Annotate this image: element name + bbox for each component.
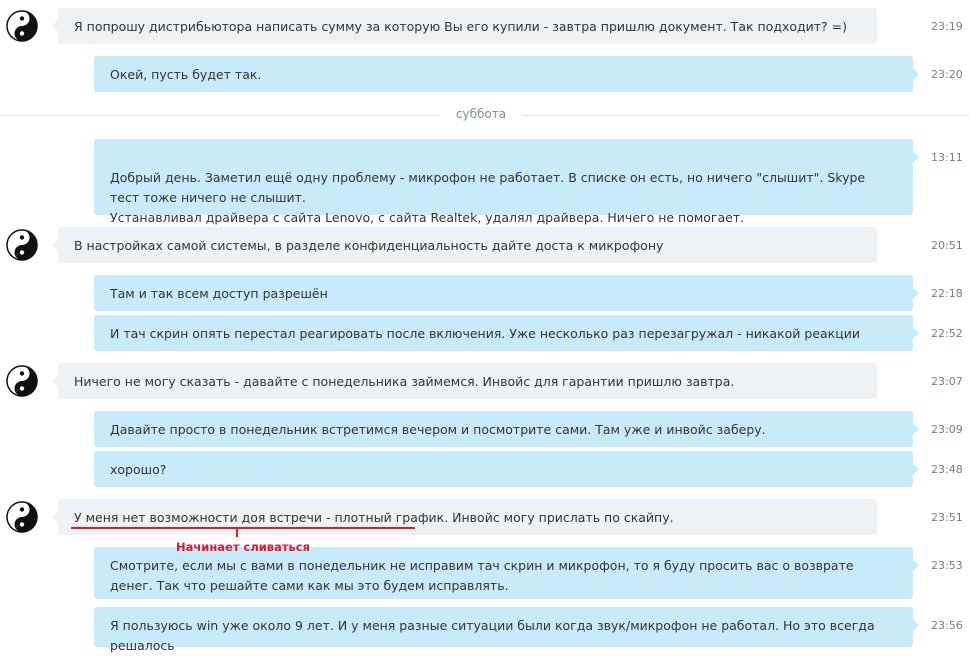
message-time: 23:07 [931, 375, 963, 388]
message-outgoing[interactable]: Я пользуюсь win уже около 9 лет. И у мен… [94, 607, 919, 653]
message-time: 22:18 [931, 287, 963, 300]
annotation-label: Начинает сливаться [176, 540, 310, 554]
message-incoming[interactable]: Ничего не могу сказать - давайте с понед… [52, 363, 877, 399]
message-time: 22:52 [931, 327, 963, 340]
message-outgoing[interactable]: Смотрите, если мы с вами в понедельник н… [94, 547, 919, 599]
message-text: Окей, пусть будет так. [110, 67, 262, 82]
message-text: Я попрошу дистрибьютора написать сумму з… [74, 19, 848, 34]
message-incoming[interactable]: В настройках самой системы, в разделе ко… [52, 227, 877, 263]
message-outgoing[interactable]: Добрый день. Заметил ещё одну проблему -… [94, 139, 919, 225]
message-text: У меня нет возможности доя встречи - пло… [74, 510, 674, 525]
message-text: Добрый день. Заметил ещё одну проблему -… [110, 170, 866, 225]
yin-yang-icon[interactable] [6, 10, 38, 42]
message-text: И тач скрин опять перестал реагировать п… [110, 326, 860, 341]
message-text: хорошо? [110, 462, 167, 477]
message-outgoing[interactable]: Там и так всем доступ разрешён [94, 275, 919, 311]
message-incoming[interactable]: У меня нет возможности доя встречи - пло… [52, 499, 877, 535]
message-time: 23:20 [931, 68, 963, 81]
message-text: Давайте просто в понедельник встретимся … [110, 422, 766, 437]
annotation-underline [71, 527, 415, 529]
message-text: Там и так всем доступ разрешён [110, 286, 328, 301]
day-divider-label: суббота [440, 107, 522, 121]
yin-yang-icon[interactable] [6, 365, 38, 397]
message-text: Ничего не могу сказать - давайте с понед… [74, 374, 735, 389]
annotation-pointer [236, 529, 238, 537]
message-time: 23:09 [931, 423, 963, 436]
message-text: Я пользуюсь win уже около 9 лет. И у мен… [110, 618, 875, 653]
message-time: 23:19 [931, 20, 963, 33]
message-outgoing[interactable]: И тач скрин опять перестал реагировать п… [94, 315, 919, 351]
message-time: 23:48 [931, 463, 963, 476]
message-time: 23:56 [931, 619, 963, 632]
message-time: 13:11 [931, 151, 963, 164]
yin-yang-icon[interactable] [6, 229, 38, 261]
message-text: В настройках самой системы, в разделе ко… [74, 238, 664, 253]
message-incoming[interactable]: Я попрошу дистрибьютора написать сумму з… [52, 8, 877, 44]
message-time: 23:53 [931, 559, 963, 572]
message-time: 23:51 [931, 511, 963, 524]
yin-yang-icon[interactable] [6, 501, 38, 533]
message-outgoing[interactable]: хорошо? [94, 451, 919, 487]
message-outgoing[interactable]: Окей, пусть будет так. [94, 56, 919, 92]
message-text: Смотрите, если мы с вами в понедельник н… [110, 558, 854, 593]
message-time: 20:51 [931, 239, 963, 252]
message-outgoing[interactable]: Давайте просто в понедельник встретимся … [94, 411, 919, 447]
